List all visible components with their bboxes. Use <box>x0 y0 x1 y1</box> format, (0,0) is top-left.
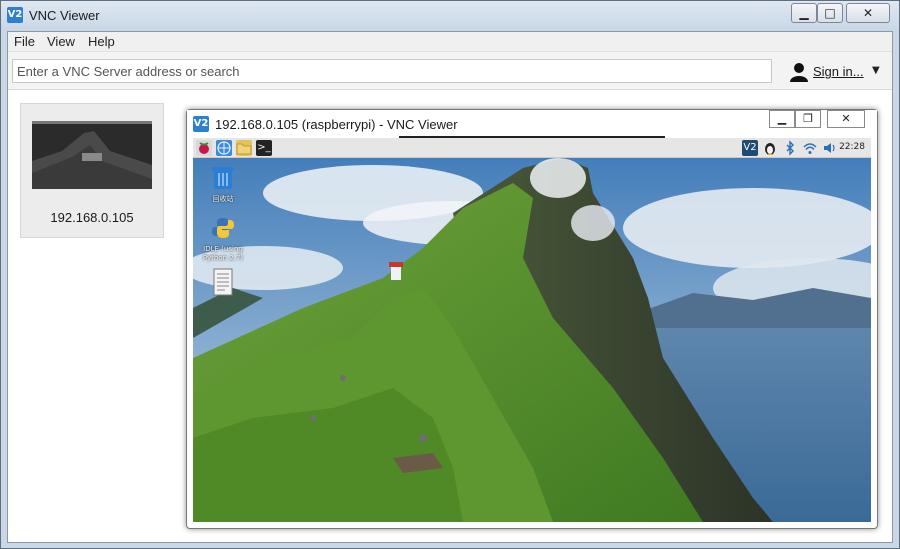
bluetooth-glyph <box>786 140 794 156</box>
client-area: File View Help Sign in... ▼ <box>7 31 893 543</box>
bluetooth-icon[interactable] <box>782 140 798 156</box>
minimize-button[interactable]: ▁ <box>791 3 817 23</box>
vnc-tray-icon[interactable]: V2 <box>742 140 758 156</box>
remote-restore-button[interactable]: ❐ <box>795 110 821 128</box>
menu-file[interactable]: File <box>14 34 35 49</box>
address-book-area: 192.168.0.105 V2 192.168.0.105 (raspberr… <box>8 91 892 542</box>
wifi-glyph <box>803 143 817 154</box>
trash-label: 回收站 <box>212 195 234 203</box>
remote-minimize-button[interactable]: ▁ <box>769 110 795 128</box>
connection-tile[interactable]: 192.168.0.105 <box>20 103 164 238</box>
menu-bar: File View Help <box>8 32 892 52</box>
remote-session-window[interactable]: V2 192.168.0.105 (raspberrypi) - VNC Vie… <box>186 109 878 529</box>
chevron-down-icon[interactable]: ▼ <box>872 65 880 76</box>
close-button[interactable]: ✕ <box>846 3 890 23</box>
idle-label: IDLE (using Python 2.7) <box>202 245 244 262</box>
file-manager-icon[interactable] <box>236 140 252 156</box>
maximize-button[interactable]: □ <box>817 3 843 23</box>
connection-label: 192.168.0.105 <box>50 210 134 225</box>
trash-icon <box>212 167 234 189</box>
speaker-glyph <box>824 143 835 153</box>
menu-view[interactable]: View <box>47 34 75 49</box>
window-title: VNC Viewer <box>29 8 100 23</box>
terminal-icon[interactable]: >_ <box>256 140 272 156</box>
remote-title-bar[interactable]: V2 192.168.0.105 (raspberrypi) - VNC Vie… <box>187 110 877 138</box>
menu-help[interactable]: Help <box>88 34 115 49</box>
toolbar: Sign in... ▼ <box>8 52 892 90</box>
sign-in-button[interactable]: Sign in... <box>813 64 864 79</box>
raspberry-icon <box>199 142 209 154</box>
desktop-icon-trash[interactable]: 回收站 <box>195 164 251 204</box>
folder-icon <box>236 143 252 155</box>
raspberry-menu-icon[interactable] <box>196 140 212 156</box>
linux-tray-icon[interactable] <box>762 140 778 156</box>
vnc-app-icon: V2 <box>7 7 23 23</box>
user-icon[interactable] <box>790 62 808 82</box>
volume-icon[interactable] <box>822 140 838 156</box>
remote-close-button[interactable]: ✕ <box>827 110 865 128</box>
panel-clock[interactable]: 22:28 <box>839 142 865 152</box>
desktop-panel: >_ V2 22:28 <box>193 138 871 158</box>
search-input[interactable] <box>12 59 772 83</box>
penguin-icon <box>765 143 775 155</box>
desktop-icon-idle[interactable]: IDLE (using Python 2.7) <box>195 216 251 263</box>
browser-icon[interactable] <box>216 140 232 156</box>
title-bar[interactable]: V2 VNC Viewer ▁ □ ✕ <box>1 1 899 31</box>
wallpaper-image <box>193 138 871 522</box>
wifi-icon[interactable] <box>802 140 818 156</box>
connection-thumbnail <box>32 121 152 189</box>
python-icon <box>212 218 234 238</box>
globe-icon <box>217 141 231 155</box>
thumbnail-preview <box>32 121 152 189</box>
vnc-app-icon: V2 <box>193 116 209 132</box>
desktop-icon-document[interactable] <box>195 268 251 301</box>
vnc-viewer-window: V2 VNC Viewer ▁ □ ✕ File View Help Sign … <box>0 0 900 549</box>
document-icon <box>213 268 233 296</box>
remote-window-title: 192.168.0.105 (raspberrypi) - VNC Viewer <box>215 117 458 132</box>
remote-desktop[interactable]: >_ V2 22:28 回收站 IDLE (using Python 2.7) <box>193 138 871 522</box>
